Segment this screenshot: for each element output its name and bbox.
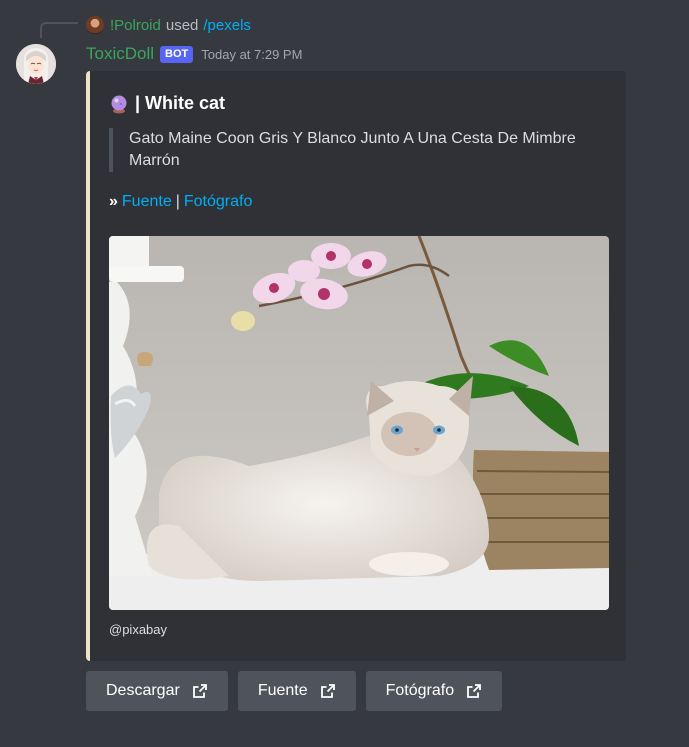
reply-connector [40, 22, 78, 38]
external-link-icon [467, 684, 482, 698]
chat-message: !Polroid used /pexels ToxicDoll BOT Toda… [0, 0, 689, 747]
photographer-link[interactable]: Fotógrafo [184, 193, 252, 211]
source-button[interactable]: Fuente [237, 671, 356, 711]
reply-avatar[interactable] [86, 16, 104, 34]
links-separator: | [175, 193, 180, 210]
source-button-label: Fuente [257, 682, 308, 699]
links-prefix: » [109, 193, 118, 210]
embed-description: Gato Maine Coon Gris Y Blanco Junto A Un… [109, 128, 609, 172]
download-button[interactable]: Descargar [86, 671, 228, 711]
embed-footer: @pixabay [109, 622, 168, 637]
embed-title: | White cat [109, 93, 225, 114]
bot-tag: BOT [160, 45, 194, 63]
external-link-icon [320, 684, 335, 698]
reply-username[interactable]: !Polroid [110, 17, 161, 34]
command-reply-line: !Polroid used /pexels [86, 14, 251, 36]
photographer-button-label: Fotógrafo [385, 682, 455, 699]
photographer-button[interactable]: Fotógrafo [365, 671, 503, 711]
reply-command[interactable]: /pexels [203, 17, 251, 34]
source-link[interactable]: Fuente [122, 193, 172, 211]
avatar[interactable] [16, 44, 56, 84]
embed-links: » Fuente | Fotógrafo [109, 193, 252, 211]
embed: | White cat Gato Maine Coon Gris Y Blanc… [86, 71, 626, 661]
username[interactable]: ToxicDoll [86, 44, 154, 64]
external-link-icon [192, 684, 207, 698]
embed-image[interactable] [109, 236, 609, 610]
download-button-label: Descargar [106, 682, 180, 699]
embed-title-text: | White cat [135, 93, 226, 113]
crystal-ball-icon [111, 95, 127, 113]
action-buttons: Descargar Fuente Fotógrafo [86, 671, 512, 711]
message-header: ToxicDoll BOT Today at 7:29 PM [86, 42, 302, 66]
timestamp[interactable]: Today at 7:29 PM [201, 47, 302, 62]
reply-used-text: used [165, 16, 199, 34]
